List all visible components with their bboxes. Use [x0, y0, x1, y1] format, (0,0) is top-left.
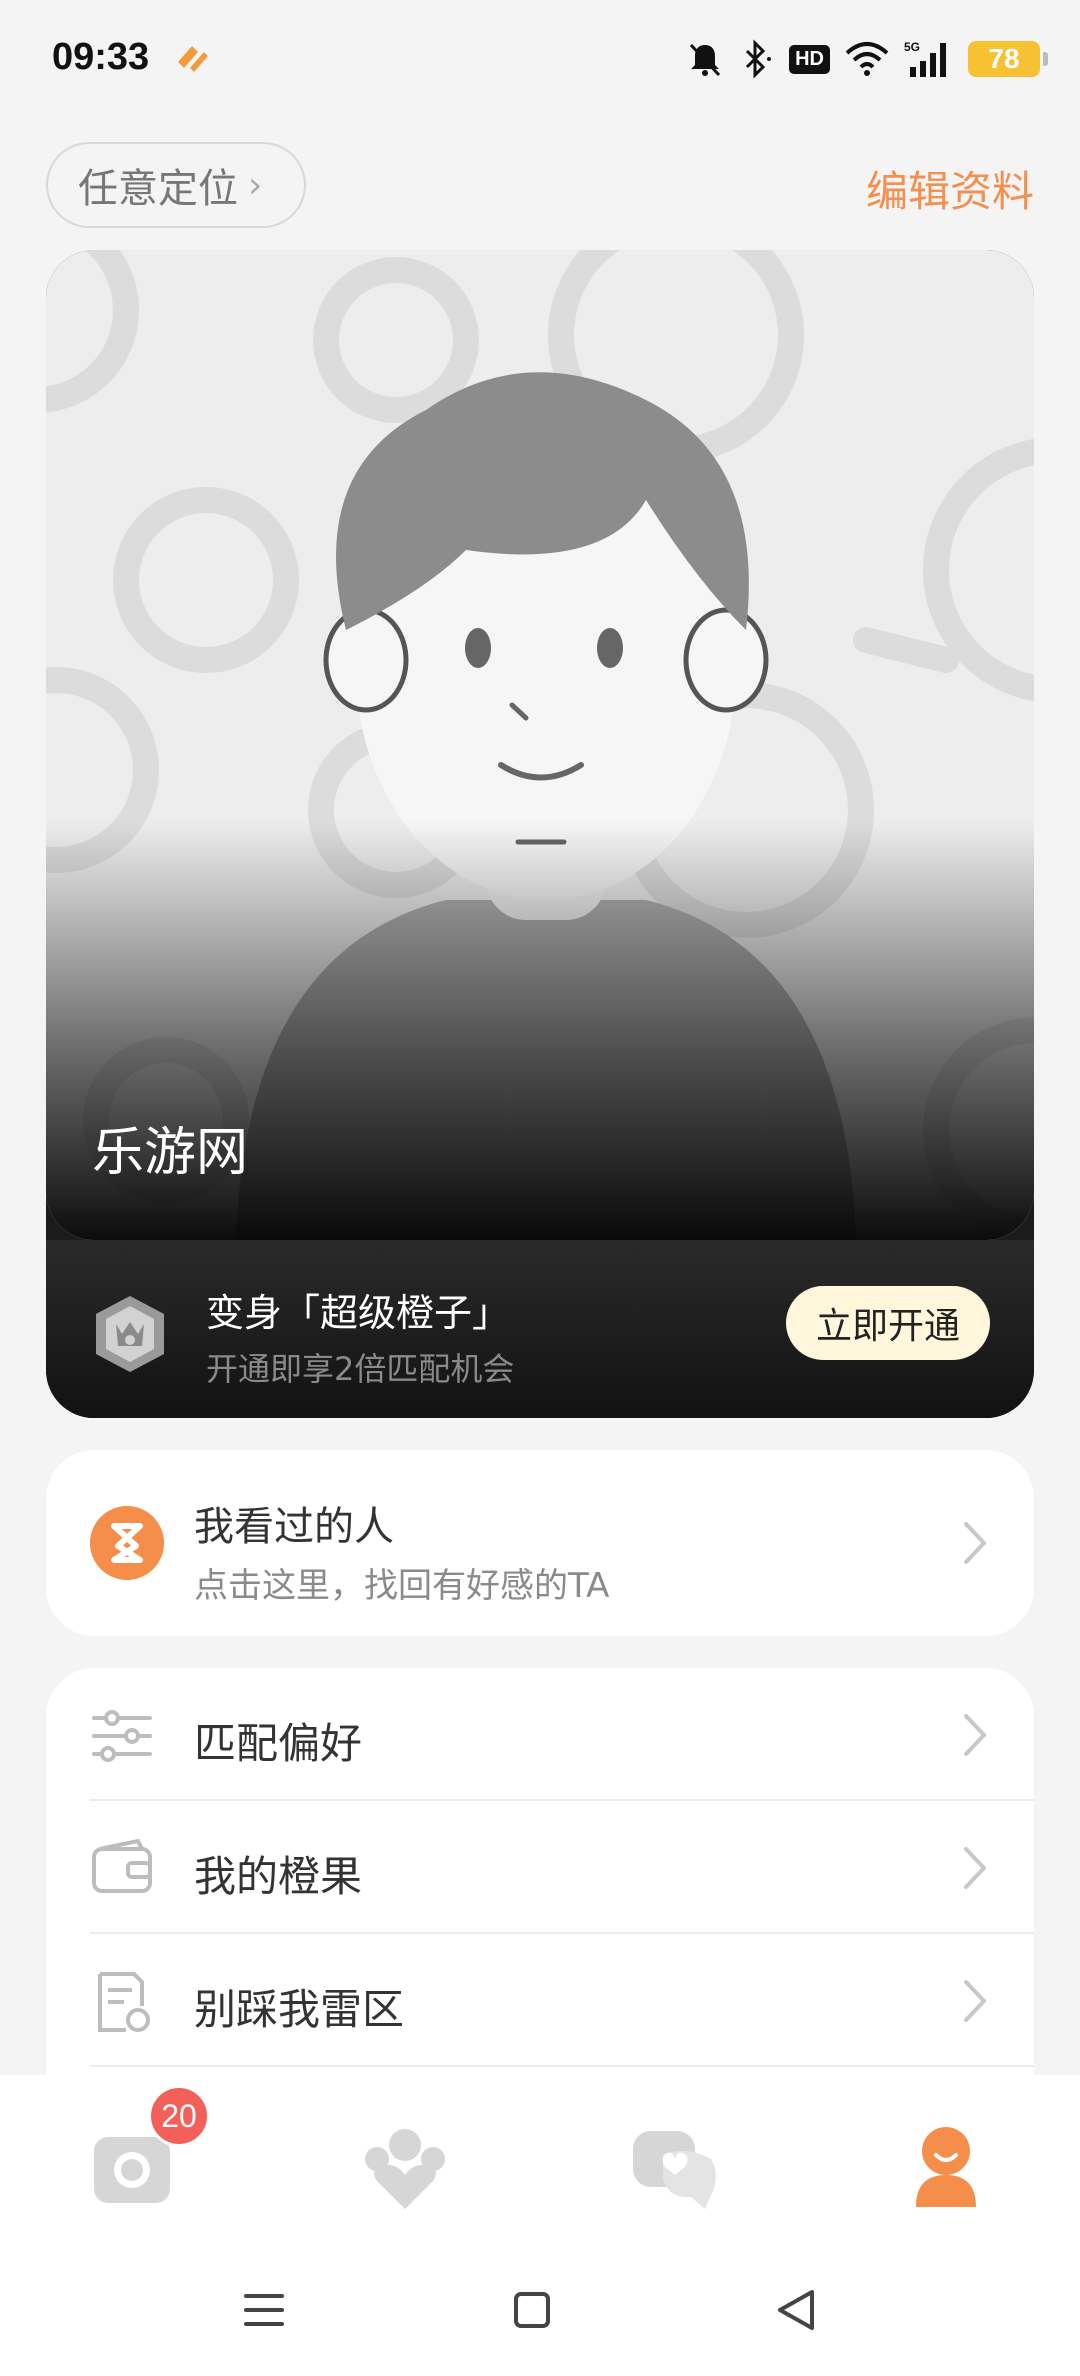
menu-item-match-preference[interactable]: 匹配偏好 [46, 1668, 1034, 1801]
activate-vip-button[interactable]: 立即开通 [786, 1286, 990, 1360]
menu-item-label: 别踩我雷区 [194, 1985, 405, 2034]
mute-bell-icon [690, 43, 721, 77]
profile-photo[interactable]: 乐游网 [46, 250, 1034, 1240]
status-bar: 09:33 HD 5G 78 [0, 0, 1080, 120]
visited-people-card[interactable]: 我看过的人 点击这里，找回有好感的TA [46, 1450, 1034, 1636]
hd-indicator: HD [789, 44, 830, 74]
profile-name: 乐游网 [92, 1123, 249, 1183]
system-navigation-bar [0, 2240, 1080, 2376]
wallet-icon [92, 1838, 152, 1893]
divider [90, 2065, 1034, 2067]
app-notification-icon [178, 46, 208, 72]
menu-item-my-oranges[interactable]: 我的橙果 [46, 1801, 1034, 1934]
wifi-icon [845, 42, 889, 76]
svg-text:5G: 5G [904, 40, 920, 54]
chevron-right-icon [964, 1847, 986, 1889]
status-icons: HD 5G 78 [685, 34, 1048, 84]
chevron-right-icon: › [248, 164, 263, 206]
back-icon[interactable] [772, 2288, 820, 2332]
visited-people-icon [90, 1506, 164, 1580]
menu-item-dont-step-minefield[interactable]: 别踩我雷区 [46, 1934, 1034, 2067]
chevron-right-icon [964, 1522, 986, 1564]
chevron-right-icon [964, 1980, 986, 2022]
menu-icon[interactable] [240, 2288, 288, 2332]
location-label: 任意定位 [78, 166, 238, 212]
profile-icon[interactable] [896, 2115, 996, 2215]
home-icon[interactable] [508, 2288, 556, 2332]
visited-subtitle: 点击这里，找回有好感的TA [194, 1566, 610, 1606]
status-time: 09:33 [52, 36, 150, 78]
profile-card[interactable]: 乐游网 变身「超级橙子」 开通即享2倍匹配机会 立即开通 [46, 250, 1034, 1418]
crown-hexagon-icon [96, 1296, 164, 1372]
battery-indicator: 78 [968, 41, 1048, 77]
unread-count-badge: 20 [148, 2085, 210, 2147]
sliders-icon [92, 1710, 152, 1762]
menu-item-label: 匹配偏好 [194, 1719, 363, 1768]
menu-item-label: 我的橙果 [194, 1852, 363, 1901]
visited-title: 我看过的人 [194, 1504, 394, 1550]
chevron-right-icon [964, 1714, 986, 1756]
edit-profile-link[interactable]: 编辑资料 [866, 158, 1034, 219]
vip-subtitle: 开通即享2倍匹配机会 [206, 1350, 515, 1388]
match-icon[interactable] [355, 2115, 455, 2215]
cellular-signal-icon: 5G [904, 40, 946, 77]
bluetooth-icon [746, 39, 772, 79]
chat-icon[interactable] [625, 2115, 725, 2215]
vip-title: 变身「超级橙子」 [206, 1291, 511, 1335]
document-icon [98, 1972, 150, 2032]
vip-promo-row[interactable]: 变身「超级橙子」 开通即享2倍匹配机会 立即开通 [46, 1240, 1034, 1418]
location-button[interactable]: 任意定位 › [46, 142, 306, 228]
